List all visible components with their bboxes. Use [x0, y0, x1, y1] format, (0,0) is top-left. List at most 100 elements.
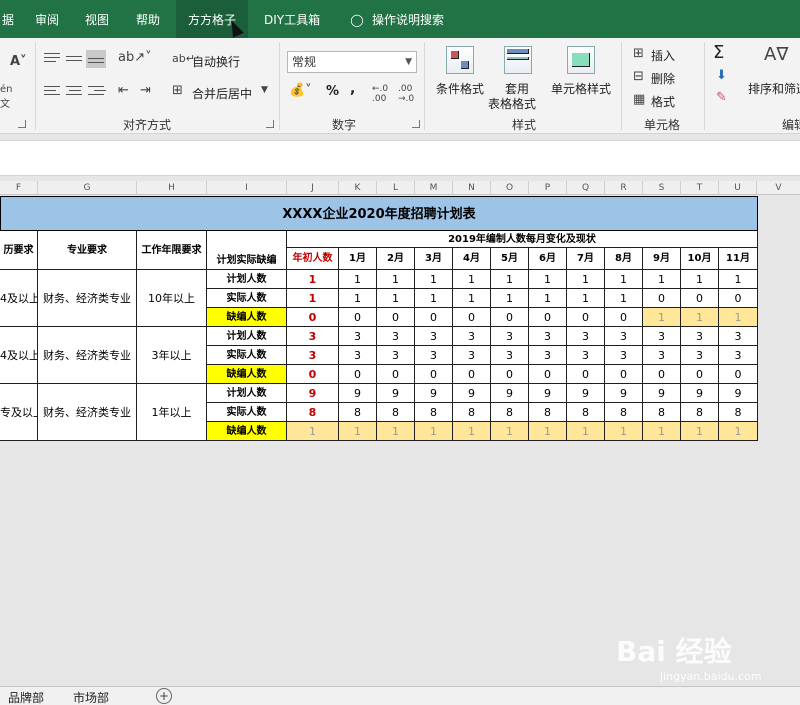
month-value[interactable]: 1: [681, 270, 719, 289]
month-value[interactable]: 0: [453, 308, 491, 327]
align-middle-button[interactable]: [64, 50, 84, 68]
decrease-indent-icon[interactable]: ⇤: [118, 83, 129, 98]
align-left-button[interactable]: [42, 83, 62, 101]
month-value[interactable]: 1: [567, 270, 605, 289]
month-value[interactable]: 3: [567, 346, 605, 365]
month-value[interactable]: 1: [605, 270, 643, 289]
month-value[interactable]: 3: [415, 346, 453, 365]
header-initial[interactable]: 年初人数: [287, 248, 339, 270]
month-value[interactable]: 3: [719, 327, 758, 346]
month-value[interactable]: 1: [719, 308, 758, 327]
month-value[interactable]: 1: [643, 308, 681, 327]
autosum-button[interactable]: Σ: [713, 42, 724, 63]
month-value[interactable]: 9: [377, 384, 415, 403]
month-value[interactable]: 8: [453, 403, 491, 422]
increase-indent-icon[interactable]: ⇥: [140, 83, 151, 98]
header-education[interactable]: 历要求: [0, 231, 38, 270]
column-header-k[interactable]: K: [339, 181, 377, 195]
merge-center-button[interactable]: 合并后居中: [192, 85, 252, 102]
month-value[interactable]: 0: [567, 365, 605, 384]
column-header-p[interactable]: P: [529, 181, 567, 195]
header-plan-actual[interactable]: 计划实际缺编: [207, 231, 287, 270]
format-button[interactable]: 格式: [651, 93, 675, 110]
month-value[interactable]: 1: [719, 270, 758, 289]
month-value[interactable]: 3: [605, 346, 643, 365]
month-value[interactable]: 1: [453, 422, 491, 441]
clear-icon[interactable]: ✎: [716, 90, 727, 105]
month-value[interactable]: 0: [567, 308, 605, 327]
initial-count[interactable]: 8: [287, 403, 339, 422]
years-cell[interactable]: 10年以上: [137, 270, 207, 327]
month-value[interactable]: 0: [605, 308, 643, 327]
month-value[interactable]: 8: [415, 403, 453, 422]
month-value[interactable]: 1: [529, 270, 567, 289]
month-value[interactable]: 0: [719, 289, 758, 308]
conditional-format-button[interactable]: 条件格式: [436, 80, 484, 97]
years-cell[interactable]: 3年以上: [137, 327, 207, 384]
month-value[interactable]: 1: [453, 289, 491, 308]
month-value[interactable]: 0: [453, 365, 491, 384]
month-value[interactable]: 3: [529, 346, 567, 365]
initial-count[interactable]: 3: [287, 346, 339, 365]
tab-view[interactable]: 视图: [79, 0, 115, 38]
month-value[interactable]: 0: [491, 308, 529, 327]
month-value[interactable]: 3: [643, 327, 681, 346]
month-value[interactable]: 9: [567, 384, 605, 403]
month-value[interactable]: 1: [415, 270, 453, 289]
month-value[interactable]: 9: [491, 384, 529, 403]
month-value[interactable]: 3: [415, 327, 453, 346]
month-value[interactable]: 3: [681, 346, 719, 365]
month-value[interactable]: 3: [377, 327, 415, 346]
month-value[interactable]: 1: [605, 289, 643, 308]
column-header-q[interactable]: Q: [567, 181, 605, 195]
header-years[interactable]: 工作年限要求: [137, 231, 207, 270]
month-value[interactable]: 1: [377, 289, 415, 308]
column-header-o[interactable]: O: [491, 181, 529, 195]
month-value[interactable]: 1: [377, 270, 415, 289]
month-value[interactable]: 1: [453, 270, 491, 289]
month-value[interactable]: 0: [643, 289, 681, 308]
column-header-l[interactable]: L: [377, 181, 415, 195]
month-value[interactable]: 0: [491, 365, 529, 384]
month-value[interactable]: 3: [453, 327, 491, 346]
month-value[interactable]: 1: [529, 289, 567, 308]
comma-button[interactable]: ,: [350, 81, 355, 97]
font-color-icon[interactable]: A˅: [10, 54, 27, 69]
tab-diy-toolbox[interactable]: DIY工具箱: [258, 0, 326, 38]
column-header-h[interactable]: H: [137, 181, 207, 195]
number-format-select[interactable]: 常规 ▼: [287, 51, 417, 73]
month-value[interactable]: 8: [681, 403, 719, 422]
header-months-group[interactable]: 2019年编制人数每月变化及现状: [287, 231, 758, 248]
formula-bar[interactable]: [0, 140, 800, 176]
column-header-g[interactable]: G: [38, 181, 137, 195]
column-header-v[interactable]: V: [757, 181, 800, 195]
month-value[interactable]: 1: [719, 422, 758, 441]
month-value[interactable]: 1: [681, 308, 719, 327]
month-value[interactable]: 0: [605, 365, 643, 384]
row-label[interactable]: 实际人数: [207, 403, 287, 422]
month-value[interactable]: 0: [377, 365, 415, 384]
insert-button[interactable]: 插入: [651, 47, 675, 64]
month-value[interactable]: 1: [415, 422, 453, 441]
row-label[interactable]: 计划人数: [207, 270, 287, 289]
column-header-f[interactable]: F: [0, 181, 38, 195]
alignment-group-launcher[interactable]: [266, 120, 274, 128]
initial-count[interactable]: 1: [287, 289, 339, 308]
month-value[interactable]: 9: [605, 384, 643, 403]
initial-count[interactable]: 1: [287, 270, 339, 289]
align-bottom-button[interactable]: [86, 50, 106, 68]
month-value[interactable]: 3: [377, 346, 415, 365]
phonetic-icon[interactable]: én 文: [0, 84, 13, 110]
month-value[interactable]: 0: [681, 289, 719, 308]
decrease-decimal-icon[interactable]: .00 →.0: [398, 84, 414, 104]
delete-button[interactable]: 删除: [651, 70, 675, 87]
month-value[interactable]: 1: [377, 422, 415, 441]
number-group-launcher[interactable]: [412, 120, 420, 128]
month-value[interactable]: 9: [339, 384, 377, 403]
column-header-r[interactable]: R: [605, 181, 643, 195]
column-header-t[interactable]: T: [681, 181, 719, 195]
increase-decimal-icon[interactable]: ←.0.00: [372, 84, 388, 104]
month-value[interactable]: 3: [339, 327, 377, 346]
column-header-i[interactable]: I: [207, 181, 287, 195]
education-cell[interactable]: 4及以上: [0, 327, 38, 384]
